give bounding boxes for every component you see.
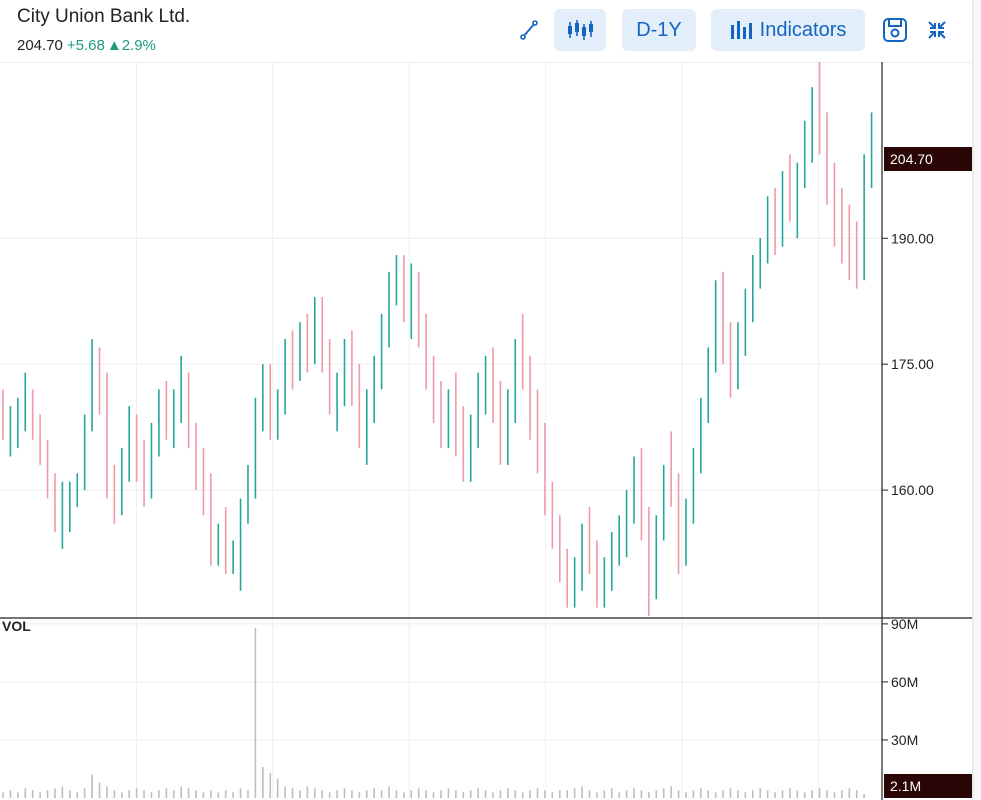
range-selector-button[interactable]: D-1Y (622, 9, 696, 51)
ohlc-bars (2, 62, 873, 616)
price-change-percent: ▲2.9% (106, 37, 156, 54)
last-price-tag: 204.70 (884, 147, 972, 171)
indicators-label: Indicators (759, 18, 847, 41)
quote-line: 204.70 +5.68 ▲2.9% (17, 37, 156, 54)
collapse-icon (928, 21, 946, 39)
volume-tick-label: 90M (891, 616, 918, 632)
bar-chart-icon (730, 21, 752, 39)
stock-title: City Union Bank Ltd. (17, 6, 191, 27)
volume-pane-label: VOL (2, 618, 31, 634)
line-draw-icon (520, 20, 538, 40)
price-change: +5.68 (66, 37, 105, 54)
last-volume-tag: 2.1M (884, 774, 972, 798)
last-price: 204.70 (17, 37, 63, 54)
price-axis: 160.00 175.00 190.00 (882, 230, 934, 498)
indicators-button[interactable]: Indicators (711, 9, 865, 51)
save-icon (883, 18, 907, 42)
save-button[interactable] (876, 9, 914, 51)
last-volume-tag-text: 2.1M (890, 778, 921, 794)
price-chart[interactable]: 160.00175.00190.00 30M60M90M VOL 204.70 … (0, 62, 972, 800)
chart-header: City Union Bank Ltd. 204.70 +5.68 ▲2.9% D-… (0, 0, 972, 63)
price-tick-label: 160.00 (891, 482, 934, 498)
draw-tool-button[interactable] (512, 9, 546, 51)
price-tick-label: 175.00 (891, 356, 934, 372)
price-tick-label: 190.00 (891, 230, 934, 246)
scrollbar-thumb[interactable] (974, 0, 981, 800)
chart-type-button[interactable] (554, 9, 606, 51)
volume-tick-label: 30M (891, 732, 918, 748)
page-scrollbar[interactable] (972, 0, 981, 800)
volume-tick-label: 60M (891, 674, 918, 690)
volume-bars (2, 627, 865, 798)
volume-axis: 30M 60M 90M (882, 616, 918, 748)
candlestick-icon (568, 20, 593, 40)
collapse-button[interactable] (920, 9, 954, 51)
last-price-tag-text: 204.70 (890, 151, 933, 167)
